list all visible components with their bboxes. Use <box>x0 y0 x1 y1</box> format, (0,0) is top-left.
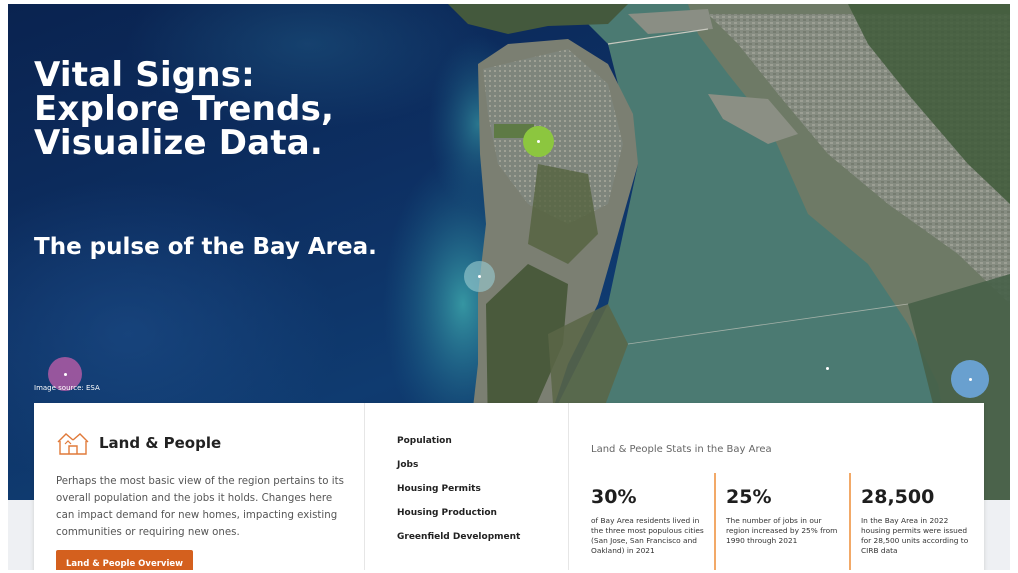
topic-nav: Population Jobs Housing Permits Housing … <box>365 403 569 570</box>
topic-link-housing-permits[interactable]: Housing Permits <box>397 483 520 507</box>
land-people-card: Land & People Perhaps the most basic vie… <box>34 403 984 570</box>
marker-dot <box>478 275 481 278</box>
stat-value: 25% <box>726 486 772 508</box>
section-header: Land & People <box>56 430 221 456</box>
overview-button[interactable]: Land & People Overview <box>56 550 193 570</box>
section-description: Perhaps the most basic view of the regio… <box>56 476 344 538</box>
hero-subtitle: The pulse of the Bay Area. <box>34 234 377 260</box>
stat-item: 25% The number of jobs in our region inc… <box>714 473 849 570</box>
stats-row: 30% of Bay Area residents lived in the t… <box>569 473 984 570</box>
stats-panel: Land & People Stats in the Bay Area 30% … <box>569 403 984 570</box>
stat-description: The number of jobs in our region increas… <box>726 516 838 545</box>
marker-dot <box>968 377 972 381</box>
house-icon <box>57 433 89 455</box>
image-source-caption: Image source: ESA <box>34 384 100 392</box>
stat-item: 28,500 In the Bay Area in 2022 housing p… <box>849 473 984 570</box>
stat-item: 30% of Bay Area residents lived in the t… <box>569 473 714 570</box>
marker-dot <box>826 367 829 370</box>
marker-dot <box>63 372 67 376</box>
map-marker-teal[interactable] <box>464 261 495 292</box>
stat-value: 30% <box>591 486 637 508</box>
topic-link-greenfield-development[interactable]: Greenfield Development <box>397 531 520 555</box>
hero-title: Vital Signs: Explore Trends, Visualize D… <box>34 55 335 163</box>
marker-dot <box>537 140 540 143</box>
stats-heading: Land & People Stats in the Bay Area <box>591 444 772 455</box>
topic-link-population[interactable]: Population <box>397 435 520 459</box>
map-marker-small[interactable] <box>825 366 830 371</box>
topic-list: Population Jobs Housing Permits Housing … <box>397 435 520 555</box>
topic-link-housing-production[interactable]: Housing Production <box>397 507 520 531</box>
section-intro: Land & People Perhaps the most basic vie… <box>34 403 365 570</box>
map-marker-green[interactable] <box>523 126 554 157</box>
page-frame: Vital Signs: Explore Trends, Visualize D… <box>8 4 1010 570</box>
map-marker-blue[interactable] <box>951 360 989 398</box>
topic-link-jobs[interactable]: Jobs <box>397 459 520 483</box>
section-title: Land & People <box>99 434 222 452</box>
stat-value: 28,500 <box>861 486 935 508</box>
stat-description: In the Bay Area in 2022 housing permits … <box>861 516 969 555</box>
stat-description: of Bay Area residents lived in the three… <box>591 516 704 555</box>
